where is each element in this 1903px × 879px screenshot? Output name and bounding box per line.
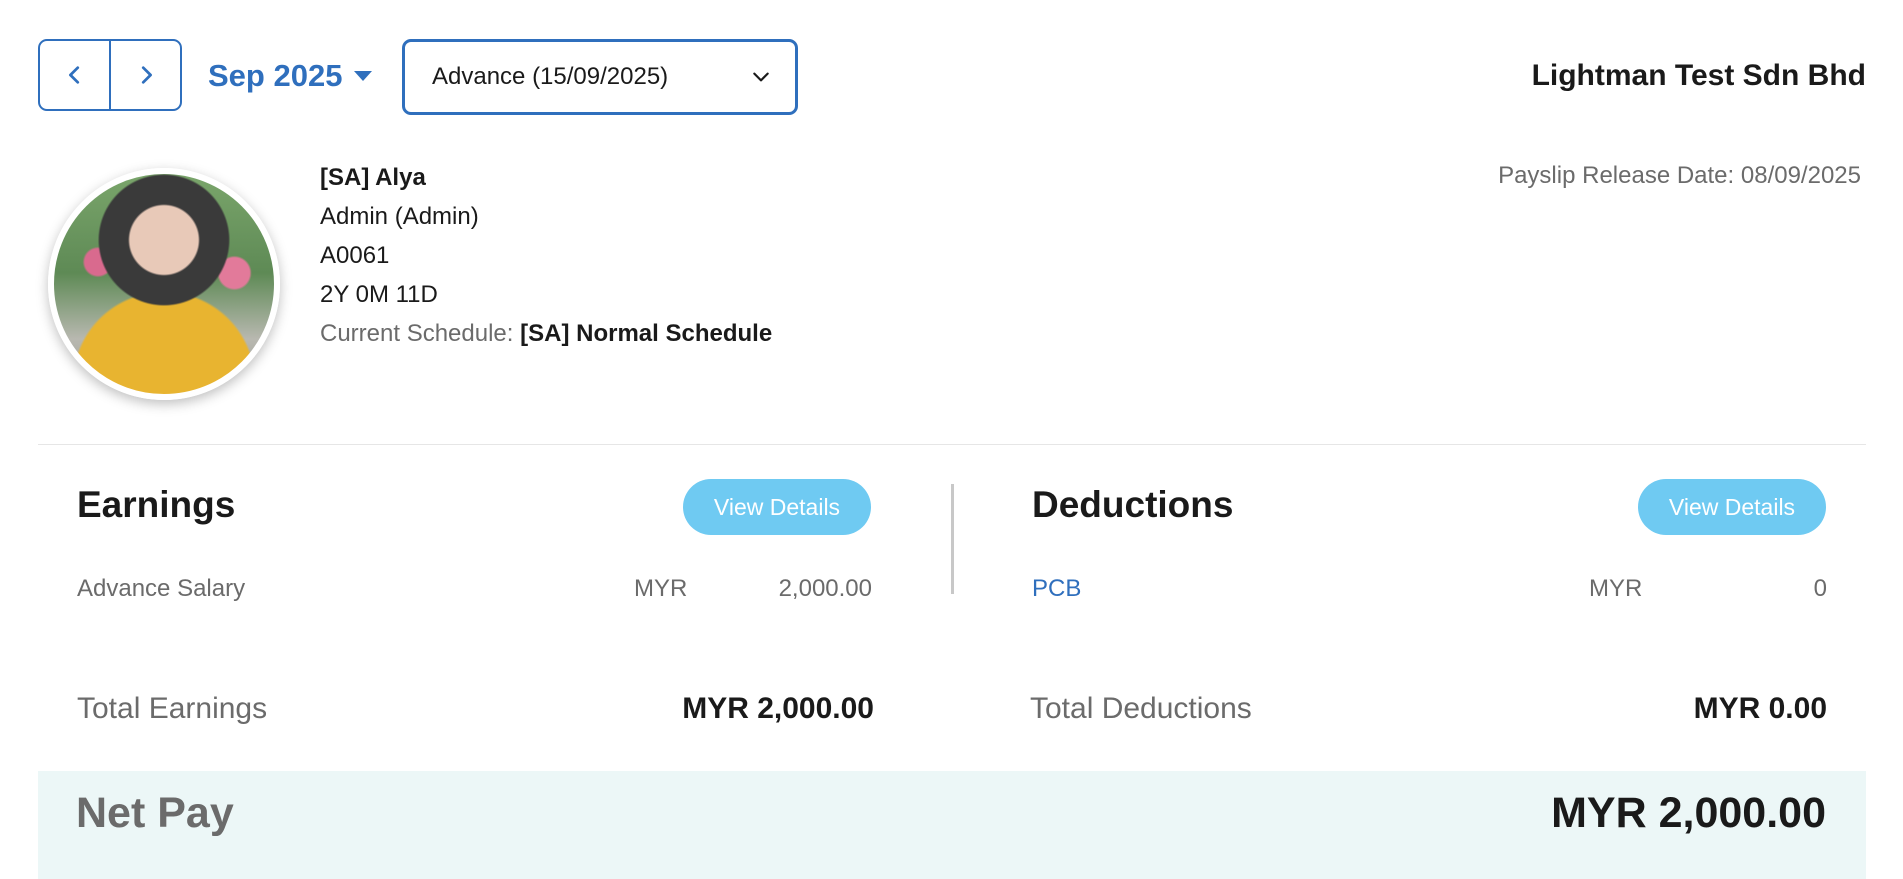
month-label: Sep 2025	[208, 58, 343, 93]
net-pay-bar: Net Pay MYR 2,000.00	[38, 771, 1866, 879]
total-deductions-label: Total Deductions	[1030, 692, 1252, 725]
total-earnings-value: MYR 2,000.00	[682, 692, 874, 725]
section-divider	[38, 444, 1866, 445]
payslip-release-date: Payslip Release Date: 08/09/2025	[1498, 162, 1861, 190]
deduction-item-amount: 0	[1813, 575, 1827, 602]
previous-month-button[interactable]	[40, 41, 109, 109]
net-pay-label: Net Pay	[76, 789, 234, 837]
deduction-item-name-link[interactable]: PCB	[1032, 575, 1081, 603]
employee-role: Admin (Admin)	[320, 203, 479, 230]
caret-down-icon	[354, 71, 373, 81]
next-month-button[interactable]	[109, 41, 180, 109]
chevron-left-icon	[68, 66, 79, 84]
total-earnings-label: Total Earnings	[77, 692, 268, 725]
payroll-period-select[interactable]: Advance (15/09/2025)	[402, 39, 798, 115]
employee-id: A0061	[320, 242, 390, 269]
total-deductions-value: MYR 0.00	[1693, 692, 1827, 725]
employee-name: [SA] Alya	[320, 164, 426, 191]
chevron-right-icon	[141, 66, 152, 84]
employee-schedule: Current Schedule: [SA] Normal Schedule	[320, 314, 772, 353]
month-nav-group	[38, 39, 182, 111]
net-pay-value: MYR 2,000.00	[1551, 789, 1826, 837]
schedule-label: Current Schedule:	[320, 320, 514, 347]
month-picker[interactable]: Sep 2025	[208, 39, 373, 113]
earning-item-currency: MYR	[634, 575, 688, 602]
earning-item-amount: 2,000.00	[778, 575, 872, 602]
chevron-down-icon	[753, 72, 769, 82]
deductions-title: Deductions	[1032, 484, 1234, 525]
release-value: 08/09/2025	[1740, 162, 1861, 189]
column-separator	[951, 484, 954, 594]
company-name: Lightman Test Sdn Bhd	[1531, 59, 1866, 92]
earnings-title: Earnings	[77, 484, 236, 525]
earnings-view-details-button[interactable]: View Details	[683, 479, 871, 535]
deductions-view-details-button[interactable]: View Details	[1638, 479, 1826, 535]
employee-info: [SA] Alya Admin (Admin) A0061 2Y 0M 11D …	[320, 158, 772, 353]
avatar	[48, 168, 280, 400]
deduction-item-currency: MYR	[1589, 575, 1643, 602]
payroll-period-value: Advance (15/09/2025)	[432, 63, 669, 90]
earning-item-name: Advance Salary	[77, 575, 246, 602]
release-label: Payslip Release Date:	[1498, 162, 1735, 189]
schedule-value: [SA] Normal Schedule	[520, 320, 773, 347]
employee-tenure: 2Y 0M 11D	[320, 281, 438, 308]
top-toolbar: Sep 2025 Advance (15/09/2025) Lightman T…	[38, 39, 1866, 115]
